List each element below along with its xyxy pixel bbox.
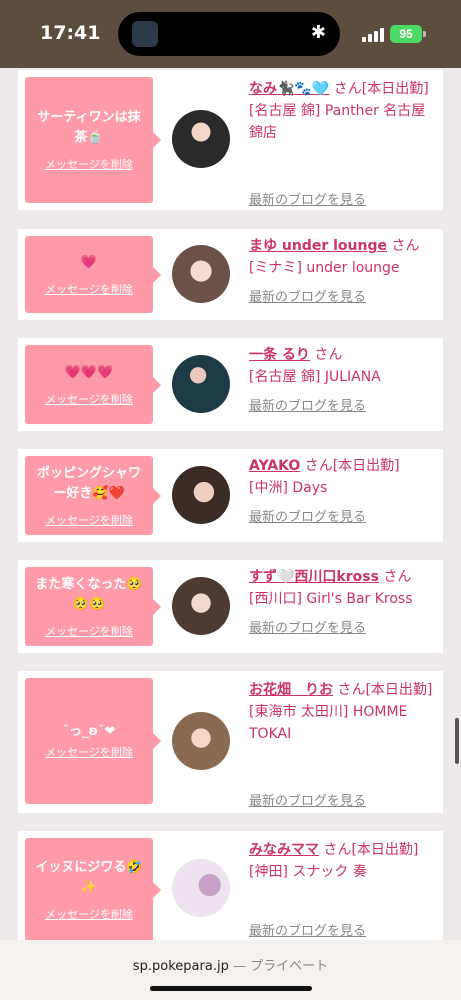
message-text: 💗 (80, 254, 98, 270)
avatar[interactable] (172, 859, 230, 917)
profile-info: AYAKO さん[本日出勤] [中洲] Days 最新のブログを見る (249, 455, 439, 525)
profile-info: すず🤍西川口kross さん [西川口] Girl's Bar Kross 最新… (249, 566, 439, 636)
working-today-tag: [本日出勤] (365, 682, 433, 698)
message-text: サーティワンは抹茶🍵 (37, 110, 141, 145)
shop-name: [名古屋 錦] Panther 名古屋錦店 (249, 103, 426, 141)
now-playing-thumbnail (132, 21, 158, 47)
delete-message-link[interactable]: メッセージを削除 (45, 744, 133, 760)
message-bubble: ˘っ_ʚ˘❤ メッセージを削除 (25, 678, 161, 804)
profile-info: みなみママ さん[本日出勤] [神田] スナック 奏 最新のブログを見る (249, 839, 439, 939)
message-text: また寒くなった🥺🥺🥺 (35, 576, 143, 612)
girl-name-link[interactable]: お花畑 りお (249, 682, 333, 698)
clock: 17:41 (40, 22, 101, 44)
girl-name-link[interactable]: AYAKO (249, 458, 300, 474)
working-today-tag: [本日出勤] (351, 842, 419, 858)
shop-name: [名古屋 錦] JULIANA (249, 369, 381, 385)
list-item: また寒くなった🥺🥺🥺 メッセージを削除 すず🤍西川口kross さん [西川口]… (18, 560, 443, 653)
latest-blog-link[interactable]: 最新のブログを見る (249, 507, 366, 529)
avatar[interactable] (172, 245, 230, 303)
message-text: ポッピングシャワー好き🥰❤️ (36, 465, 141, 501)
girl-name-link[interactable]: 一条 るり (249, 347, 310, 363)
latest-blog-link[interactable]: 最新のブログを見る (249, 791, 366, 813)
list-item: 💗 メッセージを削除 まゆ under lounge さん [ミナミ] unde… (18, 229, 443, 320)
delete-message-link[interactable]: メッセージを削除 (45, 156, 133, 172)
message-bubble: サーティワンは抹茶🍵 メッセージを削除 (25, 77, 161, 203)
avatar[interactable] (172, 466, 230, 524)
message-text: 💗💗💗 (64, 364, 114, 380)
cellular-signal-icon (362, 28, 384, 42)
delete-message-link[interactable]: メッセージを削除 (45, 623, 133, 639)
avatar[interactable] (172, 110, 230, 168)
working-today-tag: [本日出勤] (361, 81, 429, 97)
shop-name: [東海市 太田川] HOMME TOKAI (249, 704, 408, 742)
avatar[interactable] (172, 577, 230, 635)
message-bubble: また寒くなった🥺🥺🥺 メッセージを削除 (25, 567, 161, 646)
battery-tip (423, 31, 426, 37)
working-today-tag: [本日出勤] (332, 458, 400, 474)
private-mode-label: プライベート (250, 959, 329, 974)
shop-name: [中洲] Days (249, 480, 328, 496)
latest-blog-link[interactable]: 最新のブログを見る (249, 287, 366, 309)
delete-message-link[interactable]: メッセージを削除 (45, 906, 133, 922)
list-item: イッヌにジワる🤣✨ メッセージを削除 みなみママ さん[本日出勤] [神田] ス… (18, 831, 443, 940)
domain: sp.pokepara.jp (132, 959, 229, 974)
scrollbar[interactable] (455, 718, 459, 764)
latest-blog-link[interactable]: 最新のブログを見る (249, 396, 366, 418)
honorific: さん (314, 347, 343, 363)
profile-info: お花畑 りお さん[本日出勤] [東海市 太田川] HOMME TOKAI 最新… (249, 679, 439, 809)
separator: — (232, 959, 246, 974)
list-item: ˘っ_ʚ˘❤ メッセージを削除 お花畑 りお さん[本日出勤] [東海市 太田川… (18, 671, 443, 813)
latest-blog-link[interactable]: 最新のブログを見る (249, 190, 366, 212)
honorific: さん (337, 682, 366, 698)
message-bubble: 💗💗💗 メッセージを削除 (25, 345, 161, 424)
profile-info: なみ🐈‍⬛🐾🩵 さん[本日出勤] [名古屋 錦] Panther 名古屋錦店 最… (249, 78, 439, 208)
message-text: ˘っ_ʚ˘❤ (62, 724, 116, 739)
message-text: イッヌにジワる🤣✨ (35, 860, 143, 895)
honorific: さん (391, 238, 420, 254)
message-bubble: ポッピングシャワー好き🥰❤️ メッセージを削除 (25, 456, 161, 535)
profile-info: まゆ under lounge さん [ミナミ] under lounge 最新… (249, 235, 439, 305)
honorific: さん (383, 569, 412, 585)
message-bubble: イッヌにジワる🤣✨ メッセージを削除 (25, 838, 161, 940)
latest-blog-link[interactable]: 最新のブログを見る (249, 921, 366, 940)
list-item: ポッピングシャワー好き🥰❤️ メッセージを削除 AYAKO さん[本日出勤] [… (18, 449, 443, 542)
avatar[interactable] (172, 712, 230, 770)
home-indicator[interactable] (150, 986, 312, 991)
delete-message-link[interactable]: メッセージを削除 (45, 512, 133, 528)
girl-name-link[interactable]: すず🤍西川口kross (249, 569, 379, 585)
avatar[interactable] (172, 355, 230, 413)
honorific: さん (333, 81, 362, 97)
shop-name: [ミナミ] under lounge (249, 260, 400, 276)
dynamic-island[interactable]: ✱ (118, 12, 340, 56)
girl-name-link[interactable]: みなみママ (249, 842, 319, 858)
status-bar: 17:41 ✱ 95 (0, 0, 461, 68)
honorific: さん (323, 842, 352, 858)
message-bubble: 💗 メッセージを削除 (25, 236, 161, 313)
browser-bottom-bar: sp.pokepara.jp — プライベート (0, 940, 461, 1000)
girl-name-link[interactable]: まゆ under lounge (249, 238, 387, 254)
list-item: 💗💗💗 メッセージを削除 一条 るり さん [名古屋 錦] JULIANA 最新… (18, 338, 443, 431)
profile-info: 一条 るり さん [名古屋 錦] JULIANA 最新のブログを見る (249, 344, 439, 414)
list-item: サーティワンは抹茶🍵 メッセージを削除 なみ🐈‍⬛🐾🩵 さん[本日出勤] [名古… (18, 70, 443, 210)
honorific: さん (304, 458, 333, 474)
delete-message-link[interactable]: メッセージを削除 (45, 391, 133, 407)
shop-name: [西川口] Girl's Bar Kross (249, 591, 413, 607)
girl-name-link[interactable]: なみ🐈‍⬛🐾🩵 (249, 81, 329, 97)
battery-icon: 95 (390, 25, 422, 43)
delete-message-link[interactable]: メッセージを削除 (45, 281, 133, 297)
shop-name: [神田] スナック 奏 (249, 864, 367, 880)
latest-blog-link[interactable]: 最新のブログを見る (249, 618, 366, 640)
bluetooth-icon: ✱ (310, 22, 326, 43)
message-list[interactable]: サーティワンは抹茶🍵 メッセージを削除 なみ🐈‍⬛🐾🩵 さん[本日出勤] [名古… (0, 68, 461, 940)
address-bar[interactable]: sp.pokepara.jp — プライベート (0, 955, 461, 974)
